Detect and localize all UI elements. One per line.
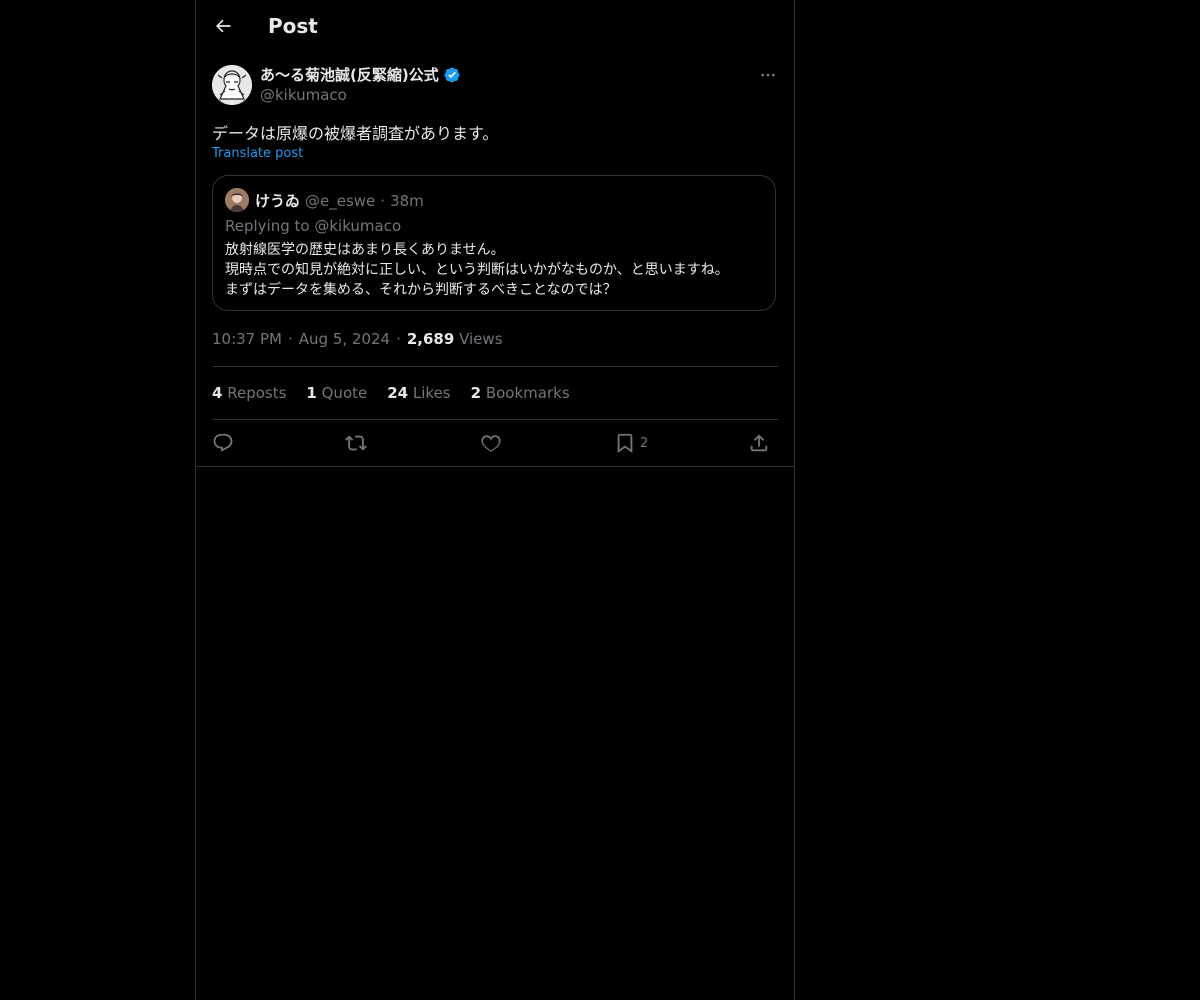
quoted-text-line: 放射線医学の歴史はあまり長くありません。 — [225, 242, 505, 258]
post-meta: 10:37 PM · Aug 5, 2024 · 2,689 Views — [212, 330, 503, 348]
quoted-author-handle: @e_eswe — [305, 191, 376, 210]
divider — [196, 466, 794, 467]
quoted-text-line: まずはデータを集める、それから判断するべきことなのでは？ — [225, 282, 617, 298]
reply-button[interactable] — [212, 430, 234, 456]
post-time[interactable]: 10:37 PM — [212, 330, 282, 348]
quoted-post-text: 放射線医学の歴史はあまり長くありません。 現時点での知見が絶対に正しい、という判… — [225, 240, 729, 300]
divider — [212, 366, 778, 367]
separator-dot: · — [380, 191, 386, 210]
author-avatar[interactable] — [212, 65, 252, 105]
more-dots-icon — [761, 73, 775, 77]
likes-stat[interactable]: 24 Likes — [387, 384, 450, 402]
quoted-avatar-illustration — [225, 188, 249, 212]
bookmarks-stat[interactable]: 2 Bookmarks — [471, 384, 570, 402]
quoted-post-time: 38m — [390, 191, 424, 210]
action-bar: 2 — [212, 430, 778, 456]
author-handle[interactable]: @kikumaco — [260, 86, 347, 104]
quoted-author-avatar — [225, 188, 249, 212]
post-column: Post あ〜る菊池誠(反緊縮)公式 @kikumaco データは原爆の被爆者調… — [195, 0, 795, 1000]
page-title: Post — [268, 14, 318, 38]
header: Post — [196, 0, 794, 53]
bookmark-count: 2 — [640, 435, 649, 451]
more-options-button[interactable] — [756, 64, 780, 86]
reply-icon — [213, 433, 233, 452]
like-button[interactable] — [480, 430, 502, 456]
share-button[interactable] — [748, 430, 770, 456]
reposts-stat[interactable]: 4 Reposts — [212, 384, 286, 402]
quoted-post-header: けうゐ @e_eswe · 38m — [255, 190, 424, 211]
repost-button[interactable] — [345, 430, 367, 456]
translate-post-link[interactable]: Translate post — [212, 146, 303, 161]
quoted-post[interactable]: けうゐ @e_eswe · 38m Replying to @kikumaco … — [212, 175, 776, 311]
verified-badge-icon[interactable] — [443, 66, 461, 84]
view-count: 2,689 Views — [406, 330, 503, 348]
back-button[interactable] — [209, 12, 237, 40]
quoted-text-line: 現時点での知見が絶対に正しい、という判断はいかがなものか、と思いますね。 — [225, 262, 729, 278]
quotes-stat[interactable]: 1 Quote — [306, 384, 367, 402]
post-date[interactable]: Aug 5, 2024 — [299, 330, 390, 348]
post-text: データは原爆の被爆者調査があります。 — [212, 124, 499, 143]
share-icon — [750, 434, 768, 452]
bookmark-icon — [617, 433, 633, 454]
replying-to-label: Replying to @kikumaco — [225, 217, 402, 235]
author-name-row: あ〜る菊池誠(反緊縮)公式 — [260, 64, 461, 85]
quoted-author-name: けうゐ — [255, 192, 301, 210]
engagement-stats: 4 Reposts 1 Quote 24 Likes 2 Bookmarks — [212, 384, 570, 402]
separator-dot: · — [396, 330, 401, 348]
divider — [212, 419, 778, 420]
author-display-name[interactable]: あ〜る菊池誠(反緊縮)公式 — [260, 64, 439, 85]
repost-icon — [345, 435, 367, 451]
avatar-illustration — [212, 65, 252, 105]
separator-dot: · — [287, 330, 293, 348]
heart-icon — [481, 435, 501, 452]
back-arrow-icon — [216, 19, 231, 33]
bookmark-button[interactable]: 2 — [614, 430, 648, 456]
